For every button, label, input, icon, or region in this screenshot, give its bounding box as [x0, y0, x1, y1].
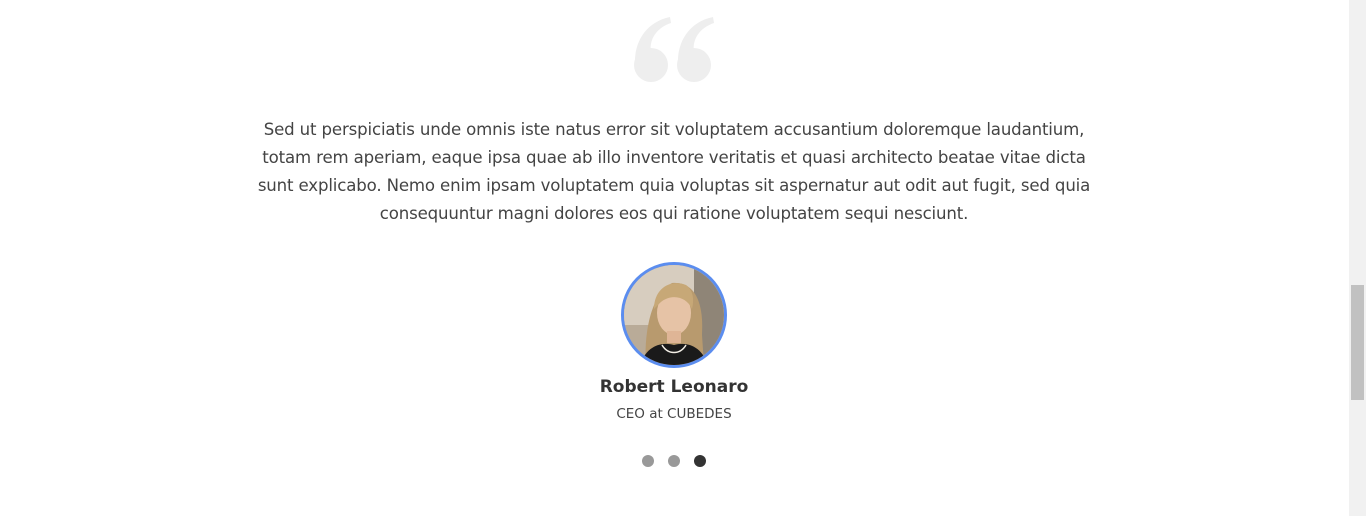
carousel-pagination [642, 455, 706, 469]
author-avatar [621, 262, 727, 368]
testimonial-section: Sed ut perspiciatis unde omnis iste natu… [0, 0, 1349, 516]
author-role: CEO at CUBEDES [616, 406, 732, 422]
author-name: Robert Leonaro [599, 377, 749, 397]
carousel-dot-1[interactable] [642, 455, 654, 467]
testimonial-quote-text: Sed ut perspiciatis unde omnis iste natu… [257, 120, 1091, 223]
carousel-dot-3[interactable] [694, 455, 706, 467]
scrollbar-thumb[interactable] [1351, 285, 1364, 400]
carousel-dot-2[interactable] [668, 455, 680, 467]
page: Sed ut perspiciatis unde omnis iste natu… [0, 0, 1366, 516]
quote-mark-icon [632, 14, 716, 84]
vertical-scrollbar[interactable] [1349, 0, 1366, 516]
